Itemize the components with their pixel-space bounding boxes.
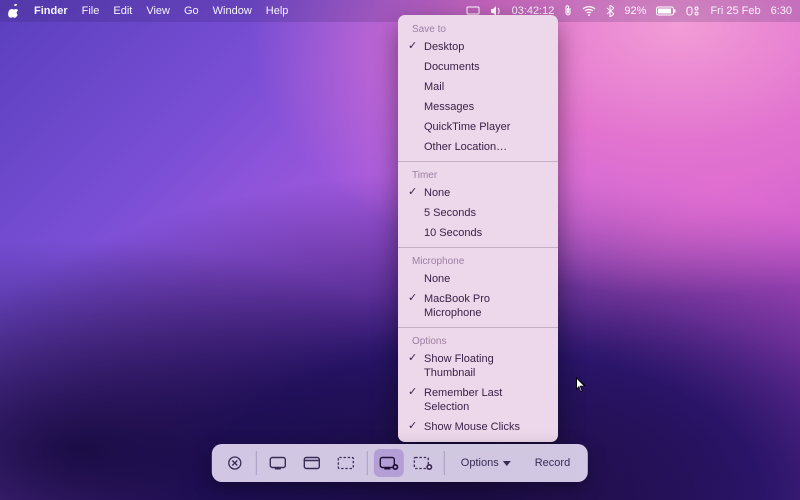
menu-item[interactable]: Mail bbox=[398, 77, 558, 97]
battery-percent[interactable]: 92% bbox=[624, 5, 646, 17]
record-entire-screen-button[interactable] bbox=[374, 449, 404, 477]
wifi-icon[interactable] bbox=[582, 6, 596, 16]
app-menu[interactable]: Finder bbox=[34, 5, 68, 17]
record-button[interactable]: Record bbox=[525, 449, 580, 477]
menu-section-header: Timer bbox=[398, 166, 558, 183]
menu-help[interactable]: Help bbox=[266, 5, 289, 17]
menu-item[interactable]: Other Location… bbox=[398, 137, 558, 157]
menu-item[interactable]: Messages bbox=[398, 97, 558, 117]
close-toolbar-button[interactable] bbox=[220, 449, 250, 477]
menu-item[interactable]: Remember Last Selection bbox=[398, 383, 558, 417]
separator bbox=[256, 451, 257, 475]
record-selection-button[interactable] bbox=[408, 449, 438, 477]
menu-section-header: Microphone bbox=[398, 252, 558, 269]
menu-item[interactable]: None bbox=[398, 183, 558, 203]
menu-item[interactable]: 10 Seconds bbox=[398, 223, 558, 243]
menu-item[interactable]: MacBook Pro Microphone bbox=[398, 289, 558, 323]
menu-file[interactable]: File bbox=[82, 5, 100, 17]
options-button-label: Options bbox=[461, 457, 499, 469]
menu-section-header: Options bbox=[398, 332, 558, 349]
apple-menu-icon[interactable] bbox=[8, 4, 20, 18]
control-center-icon[interactable] bbox=[686, 6, 700, 16]
separator bbox=[444, 451, 445, 475]
menu-edit[interactable]: Edit bbox=[113, 5, 132, 17]
capture-window-button[interactable] bbox=[297, 449, 327, 477]
bluetooth-icon[interactable] bbox=[606, 5, 614, 17]
menu-item[interactable]: None bbox=[398, 269, 558, 289]
menu-view[interactable]: View bbox=[146, 5, 170, 17]
screenshot-options-menu: Save toDesktopDocumentsMailMessagesQuick… bbox=[398, 15, 558, 442]
battery-icon[interactable] bbox=[656, 6, 676, 16]
separator bbox=[367, 451, 368, 475]
menu-window[interactable]: Window bbox=[213, 5, 252, 17]
menu-item[interactable]: 5 Seconds bbox=[398, 203, 558, 223]
menu-divider bbox=[398, 161, 558, 162]
menu-divider bbox=[398, 327, 558, 328]
menu-item[interactable]: Desktop bbox=[398, 37, 558, 57]
attachment-icon[interactable] bbox=[564, 5, 572, 17]
menu-section-header: Save to bbox=[398, 20, 558, 37]
menu-divider bbox=[398, 247, 558, 248]
record-button-label: Record bbox=[535, 457, 570, 469]
menubar-clock-b[interactable]: 6:30 bbox=[771, 5, 792, 17]
menu-item[interactable]: Show Floating Thumbnail bbox=[398, 349, 558, 383]
menu-item[interactable]: Documents bbox=[398, 57, 558, 77]
menu-item[interactable]: QuickTime Player bbox=[398, 117, 558, 137]
options-button[interactable]: Options bbox=[451, 449, 521, 477]
screenshot-toolbar: Options Record bbox=[212, 444, 588, 482]
menu-go[interactable]: Go bbox=[184, 5, 199, 17]
chevron-down-icon bbox=[503, 461, 511, 466]
menu-item[interactable]: Show Mouse Clicks bbox=[398, 417, 558, 437]
capture-entire-screen-button[interactable] bbox=[263, 449, 293, 477]
capture-selection-button[interactable] bbox=[331, 449, 361, 477]
menubar-date[interactable]: Fri 25 Feb bbox=[710, 5, 760, 17]
